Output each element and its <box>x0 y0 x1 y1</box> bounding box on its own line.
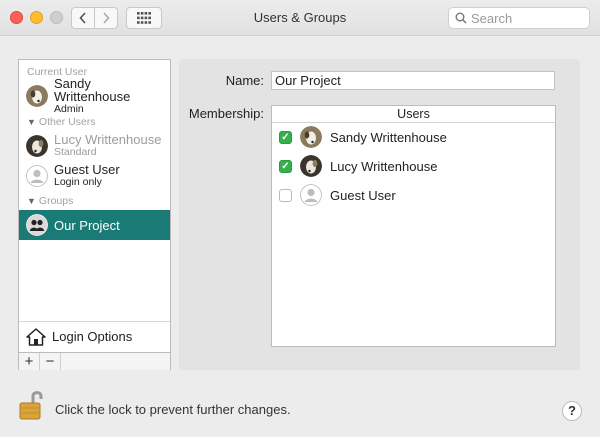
other-user-role: Login only <box>54 176 102 188</box>
list-button-bar: + − <box>19 352 170 370</box>
groups-section-label[interactable]: ▼ Groups <box>27 195 73 207</box>
member-name: Lucy Writtenhouse <box>330 158 438 174</box>
users-column-header[interactable]: Users <box>272 106 555 123</box>
member-row-sandy: ✓ Sandy Writtenhouse <box>272 124 555 150</box>
current-user-role: Admin <box>54 102 84 115</box>
users-groups-window: Users & Groups Current User Sandy Writte… <box>0 0 600 437</box>
login-options-item[interactable]: Login Options <box>19 321 170 351</box>
remove-user-button[interactable]: − <box>40 353 61 370</box>
dog-avatar-icon <box>300 155 322 177</box>
search-field[interactable] <box>448 7 590 29</box>
member-row-guest: Guest User <box>272 182 555 208</box>
title-bar: Users & Groups <box>0 0 600 36</box>
user-list: Current User Sandy Writtenhouse Admin ▼ O… <box>18 59 171 370</box>
user-row-lucy[interactable]: Lucy Writtenhouse Standard <box>19 131 170 161</box>
member-checkbox[interactable] <box>279 188 292 202</box>
dog-avatar-icon <box>26 85 48 107</box>
member-checkbox[interactable]: ✓ <box>279 130 292 144</box>
member-checkbox[interactable]: ✓ <box>279 159 292 173</box>
other-user-name: Guest User <box>54 162 120 177</box>
other-user-role: Standard <box>54 146 97 158</box>
group-name-field[interactable] <box>271 71 555 90</box>
name-label: Name: <box>225 73 264 88</box>
other-users-label-text: Other Users <box>38 116 96 128</box>
user-row-guest[interactable]: Guest User Login only <box>19 161 170 191</box>
group-row-our-project[interactable]: Our Project <box>19 210 170 240</box>
lock-button[interactable] <box>18 389 44 421</box>
membership-list: Users ✓ Sandy Writtenhouse ✓ Lucy Writte… <box>271 105 556 347</box>
other-user-name: Lucy Writtenhouse <box>54 132 162 147</box>
dog-avatar-icon <box>300 126 322 148</box>
search-input[interactable] <box>471 10 581 26</box>
member-name: Sandy Writtenhouse <box>330 129 447 145</box>
checkmark-icon: ✓ <box>281 160 290 172</box>
disclosure-triangle-icon: ▼ <box>27 117 36 127</box>
search-icon <box>455 12 467 24</box>
help-button[interactable]: ? <box>562 401 582 421</box>
group-name: Our Project <box>54 217 120 233</box>
checkmark-icon: ✓ <box>281 131 290 143</box>
person-silhouette-icon <box>26 165 48 187</box>
other-users-section-label[interactable]: ▼ Other Users <box>27 116 96 128</box>
group-icon <box>26 214 48 236</box>
user-row-sandy[interactable]: Sandy Writtenhouse Admin <box>19 77 170 115</box>
groups-label-text: Groups <box>38 195 74 207</box>
unlocked-padlock-icon <box>19 391 43 420</box>
disclosure-triangle-icon: ▼ <box>27 196 36 206</box>
member-name: Guest User <box>330 187 396 203</box>
current-user-name: Sandy Writtenhouse <box>54 75 131 104</box>
add-user-button[interactable]: + <box>19 353 40 370</box>
person-silhouette-icon <box>300 184 322 206</box>
lock-message: Click the lock to prevent further change… <box>55 402 291 417</box>
member-row-lucy: ✓ Lucy Writtenhouse <box>272 153 555 179</box>
dog-avatar-icon <box>26 135 48 157</box>
login-options-label: Login Options <box>52 329 133 344</box>
house-icon <box>26 327 46 346</box>
membership-label: Membership: <box>188 106 264 121</box>
